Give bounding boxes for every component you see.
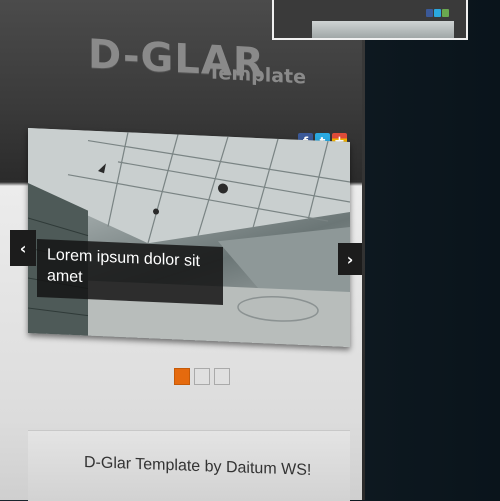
thumb-facebook-icon — [426, 9, 433, 17]
slider-dot-3[interactable] — [214, 368, 230, 385]
arena-photo — [28, 127, 350, 348]
slider-caption-text: Lorem ipsum dolor sit amet — [47, 246, 200, 286]
preview-thumbnail[interactable] — [272, 0, 468, 40]
slider-pagination — [174, 368, 230, 385]
slider-next-button[interactable]: › — [338, 243, 362, 275]
thumb-slider-image — [312, 21, 454, 38]
slider-prev-button[interactable]: ‹ — [10, 230, 36, 266]
slider-image[interactable] — [28, 127, 350, 348]
slider-caption: Lorem ipsum dolor sit amet — [37, 238, 223, 306]
slider-dot-1[interactable] — [174, 368, 190, 385]
thumb-social-icons — [426, 9, 449, 17]
chevron-left-icon: ‹ — [19, 238, 27, 258]
thumb-googleplus-icon — [442, 9, 449, 17]
right-stands — [218, 227, 350, 298]
thumb-twitter-icon — [434, 9, 441, 17]
slider-dot-2[interactable] — [194, 368, 210, 385]
chevron-right-icon: › — [346, 249, 354, 269]
